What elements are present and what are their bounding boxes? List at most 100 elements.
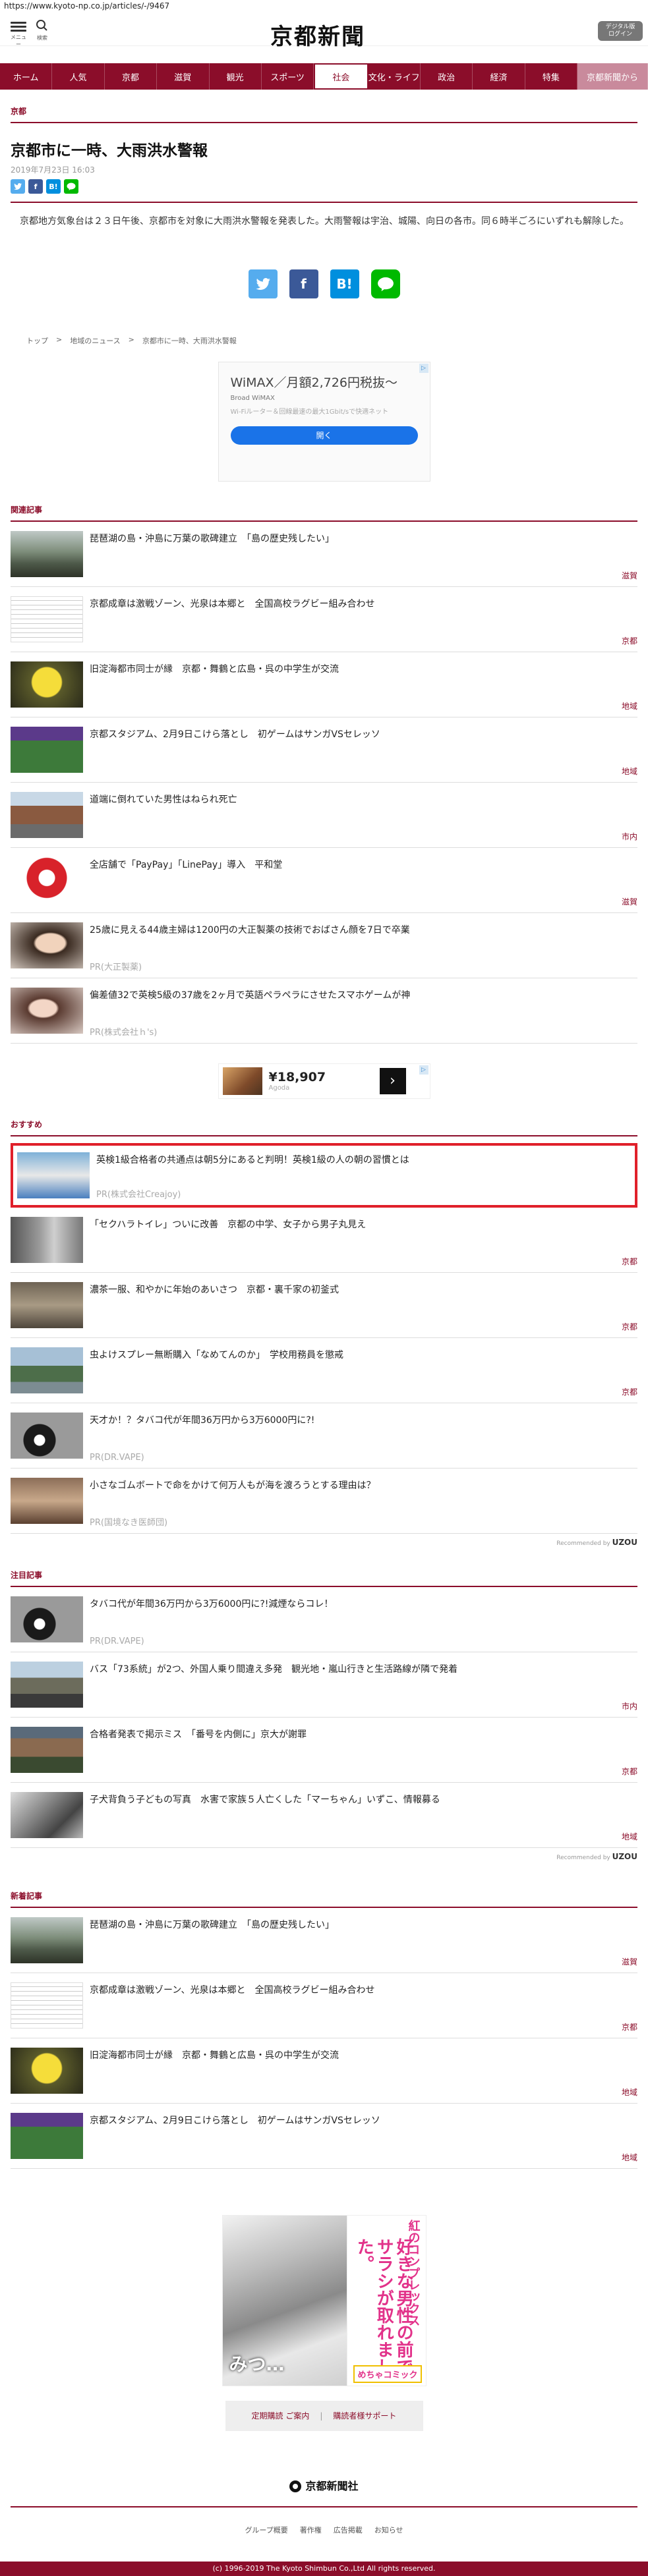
list-item[interactable]: 小さなゴムボートで命をかけて何万人もが海を渡ろうとする理由は？ PR(国境なき医… [11,1469,637,1534]
category-label[interactable]: 京都 [622,635,637,646]
line-share-button-large[interactable] [370,269,400,298]
footer-link-notices[interactable]: お知らせ [374,2525,403,2535]
list-item-title[interactable]: 濃茶一服、和やかに年始のあいさつ 京都・裏千家の初釜式 [90,1283,339,1328]
category-label[interactable]: 地域 [622,2086,637,2098]
category-label[interactable]: 地域 [622,766,637,777]
digital-login-button[interactable]: デジタル版 ログイン [598,21,643,41]
list-item-title[interactable]: 子犬背負う子どもの写真 水害で家族５人亡くした「マーちゃん」いずこ、情報募る [90,1793,440,1838]
category-label[interactable]: 地域 [622,2152,637,2163]
list-item-title[interactable]: タバコ代が年間36万円から3万6000円に?!減煙ならコレ！ [90,1598,333,1642]
list-item[interactable]: 合格者発表で掲示ミス 「番号を内側に」京大が謝罪 京都 [11,1718,637,1783]
hatena-share-button[interactable]: B! [46,179,61,194]
nav-item-shiga[interactable]: 滋賀 [157,63,210,90]
twitter-share-button-large[interactable] [248,269,278,298]
list-item-title[interactable]: 京都成章は激戦ゾーン、光泉は本郷と 全国高校ラグビー組み合わせ [90,598,374,642]
list-item-title[interactable]: 京都スタジアム、2月9日こけら落とし 初ゲームはサンガVSセレッソ [90,728,380,773]
adchoices-icon[interactable]: ▷ [419,363,428,373]
nav-item-sports[interactable]: スポーツ [262,63,314,90]
list-item-title[interactable]: 虫よけスプレー無断購入「なめてんのか」 学校用務員を懲戒 [90,1349,343,1393]
list-item-title[interactable]: 道端に倒れていた男性はねられ死亡 [90,793,237,838]
facebook-share-button-large[interactable]: f [289,269,318,298]
breadcrumb-region[interactable]: 地域のニュース [70,335,120,346]
list-item[interactable]: 京都成章は激戦ゾーン、光泉は本郷と 全国高校ラグビー組み合わせ 京都 [11,1973,637,2038]
hatena-share-button-large[interactable]: B! [330,269,359,298]
nav-item-economy[interactable]: 経済 [473,63,525,90]
list-item-title[interactable]: バス「73系統」が2つ、外国人乗り間違え多発 観光地・嵐山行きと生活路線が隣で発… [90,1663,457,1708]
article-section-label[interactable]: 京都 [11,105,637,123]
list-item-title[interactable]: 全店舗で「PayPay」「LinePay」導入 平和堂 [90,858,282,903]
category-label[interactable]: 地域 [622,700,637,712]
nav-item-society[interactable]: 社会 [314,63,368,90]
nav-item-home[interactable]: ホーム [0,63,53,90]
nav-item-culture[interactable]: 文化・ライフ [368,63,421,90]
footer-logo[interactable]: 京都新聞社 [11,2477,637,2493]
list-item[interactable]: 京都スタジアム、2月9日こけら落とし 初ゲームはサンガVSセレッソ 地域 [11,2104,637,2169]
list-item-title[interactable]: 琵琶湖の島・沖島に万葉の歌碑建立 「島の歴史残したい」 [90,532,334,577]
ad-headline[interactable]: WiMAX／月額2,726円税抜～ [231,373,418,391]
menu-button[interactable]: メニュー [9,20,28,48]
manga-ad[interactable]: みつ… 紅のコンプレックス 好きな男性の前でサラシが取れました。 めちゃコミック [221,2214,427,2386]
nav-item-politics[interactable]: 政治 [421,63,473,90]
agoda-ad[interactable]: ▷ ¥18,907 Agoda › [218,1063,430,1099]
list-item[interactable]: 濃茶一服、和やかに年始のあいさつ 京都・裏千家の初釜式 京都 [11,1273,637,1338]
list-item[interactable]: 琵琶湖の島・沖島に万葉の歌碑建立 「島の歴史残したい」 滋賀 [11,522,637,587]
nav-item-from-kyoto-np[interactable]: 京都新聞から [577,63,648,90]
list-item-title[interactable]: 旧淀海都市同士が縁 京都・舞鶴と広島・呉の中学生が交流 [90,663,339,708]
category-label[interactable]: 京都 [622,1386,637,1397]
list-item-title[interactable]: 合格者発表で掲示ミス 「番号を内側に」京大が謝罪 [90,1728,307,1773]
line-share-button[interactable] [64,179,78,194]
twitter-share-button[interactable] [11,179,25,194]
list-item[interactable]: 京都成章は激戦ゾーン、光泉は本郷と 全国高校ラグビー組み合わせ 京都 [11,587,637,652]
footer-link-copyright[interactable]: 著作権 [300,2525,322,2535]
category-label[interactable]: 市内 [622,1700,637,1712]
search-button[interactable]: 検索 [33,20,51,42]
category-label[interactable]: 京都 [622,1766,637,1777]
list-item[interactable]: 琵琶湖の島・沖島に万葉の歌碑建立 「島の歴史残したい」 滋賀 [11,1908,637,1973]
category-label[interactable]: 滋賀 [622,570,637,581]
uzou-logo[interactable]: UZOU [612,1538,637,1547]
nav-item-popular[interactable]: 人気 [52,63,105,90]
list-item[interactable]: 京都スタジアム、2月9日こけら落とし 初ゲームはサンガVSセレッソ 地域 [11,717,637,783]
category-label[interactable]: 滋賀 [622,896,637,907]
list-item[interactable]: 天才か！？タバコ代が年間36万円から3万6000円に?! PR(DR.VAPE) [11,1403,637,1469]
category-label[interactable]: 京都 [622,1256,637,1267]
list-item[interactable]: 道端に倒れていた男性はねられ死亡 市内 [11,783,637,848]
list-item[interactable]: 旧淀海都市同士が縁 京都・舞鶴と広島・呉の中学生が交流 地域 [11,652,637,717]
list-item-title[interactable]: 京都スタジアム、2月9日こけら落とし 初ゲームはサンガVSセレッソ [90,2114,380,2159]
list-item[interactable]: 「セクハラトイレ」ついに改善 京都の中学、女子から男子丸見え 京都 [11,1208,637,1273]
list-item-title[interactable]: 天才か！？タバコ代が年間36万円から3万6000円に?! [90,1414,314,1459]
address-bar[interactable]: https://www.kyoto-np.co.jp/articles/-/94… [0,0,648,14]
subscription-info-link[interactable]: 定期購読 ご案内 [252,2410,310,2421]
list-item-title[interactable]: 旧淀海都市同士が縁 京都・舞鶴と広島・呉の中学生が交流 [90,2049,339,2094]
category-label[interactable]: 京都 [622,1321,637,1332]
list-item[interactable]: 旧淀海都市同士が縁 京都・舞鶴と広島・呉の中学生が交流 地域 [11,2038,637,2104]
nav-item-kyoto[interactable]: 京都 [105,63,158,90]
list-item[interactable]: 全店舗で「PayPay」「LinePay」導入 平和堂 滋賀 [11,848,637,913]
breadcrumb-top[interactable]: トップ [26,335,48,346]
list-item[interactable]: 子犬背負う子どもの写真 水害で家族５人亡くした「マーちゃん」いずこ、情報募る 地… [11,1783,637,1848]
footer-link-group[interactable]: グループ概要 [245,2525,287,2535]
category-label[interactable]: 地域 [622,1831,637,1842]
list-item-title[interactable]: 琵琶湖の島・沖島に万葉の歌碑建立 「島の歴史残したい」 [90,1918,334,1963]
category-label[interactable]: 市内 [622,831,637,842]
category-label[interactable]: 滋賀 [622,1956,637,1967]
list-item[interactable]: タバコ代が年間36万円から3万6000円に?!減煙ならコレ！ PR(DR.VAP… [11,1587,637,1652]
list-item[interactable]: 虫よけスプレー無断購入「なめてんのか」 学校用務員を懲戒 京都 [11,1338,637,1403]
site-logo[interactable]: 京都新聞 [270,18,365,51]
chevron-right-icon[interactable]: › [379,1067,406,1094]
subscriber-support-link[interactable]: 購読者様サポート [333,2410,396,2421]
list-item[interactable]: 英検1級合格者の共通点は朝5分にあると判明！英検1級の人の朝の習慣とは PR(株… [11,1142,637,1208]
facebook-share-button[interactable]: f [28,179,43,194]
adchoices-icon[interactable]: ▷ [419,1065,428,1075]
uzou-logo[interactable]: UZOU [612,1852,637,1861]
list-item-title[interactable]: 京都成章は激戦ゾーン、光泉は本郷と 全国高校ラグビー組み合わせ [90,1984,374,2029]
list-item[interactable]: 偏差値32で英検5級の37歳を2ヶ月で英語ペラペラにさせたスマホゲームが神 PR… [11,978,637,1044]
list-item[interactable]: バス「73系統」が2つ、外国人乗り間違え多発 観光地・嵐山行きと生活路線が隣で発… [11,1652,637,1718]
list-item[interactable]: 25歳に見える44歳主婦は1200円の大正製薬の技術でおばさん顔を7日で卒業 P… [11,913,637,978]
nav-item-features[interactable]: 特集 [525,63,578,90]
ad-open-button[interactable]: 開く [230,426,418,445]
footer-link-advertising[interactable]: 広告掲載 [334,2525,363,2535]
list-item-title[interactable]: 「セクハラトイレ」ついに改善 京都の中学、女子から男子丸見え [90,1218,366,1263]
nav-item-tourism[interactable]: 観光 [210,63,262,90]
category-label[interactable]: 京都 [622,2021,637,2032]
